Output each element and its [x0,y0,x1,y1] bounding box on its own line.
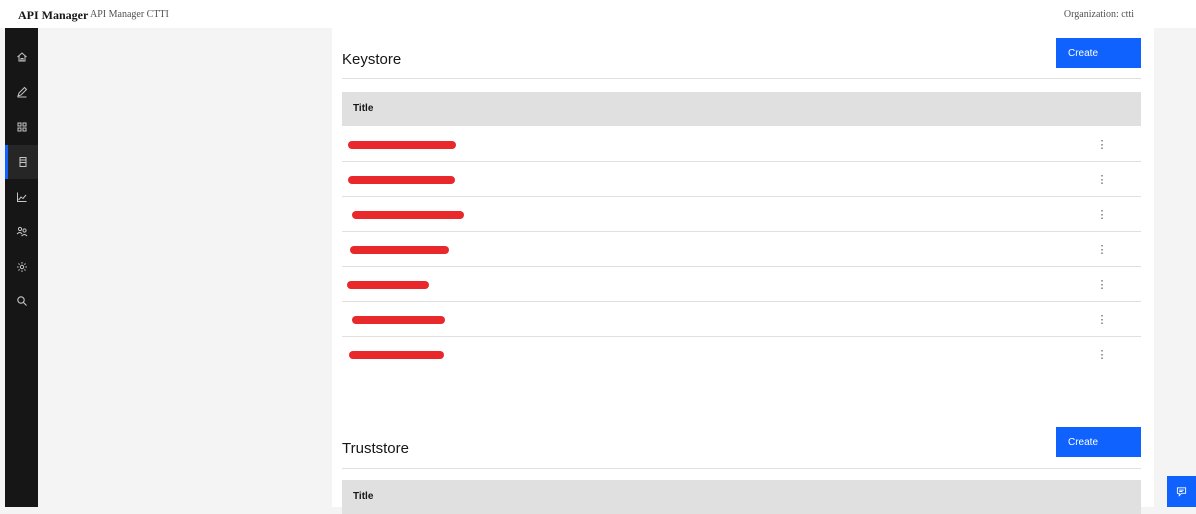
truststore-column-title: Title [353,491,374,502]
overflow-menu-icon[interactable]: ⋮ [1094,240,1110,260]
overflow-menu-icon[interactable]: ⋮ [1094,275,1110,295]
analytics-icon[interactable] [5,180,38,214]
main-content: Keystore Create Title ⋮ ⋮ ⋮ ⋮ ⋮ ⋮ ⋮ Trus… [332,28,1154,514]
instance-name: API Manager CTTI [90,9,169,20]
redacted-title [352,316,445,324]
home-icon[interactable] [5,40,38,74]
redacted-title [350,246,449,254]
members-icon[interactable] [5,214,38,248]
redacted-title [347,281,429,289]
overflow-menu-icon[interactable]: ⋮ [1094,310,1110,330]
right-gutter [1154,28,1196,507]
truststore-table-header: Title [342,480,1141,514]
overflow-menu-icon[interactable]: ⋮ [1094,135,1110,155]
chat-icon [1176,487,1187,497]
redacted-title [352,211,464,219]
feedback-button[interactable] [1167,476,1196,507]
table-row[interactable]: ⋮ [342,162,1141,197]
table-row[interactable]: ⋮ [342,337,1141,372]
keystore-create-button[interactable]: Create [1056,38,1141,68]
table-row[interactable]: ⋮ [342,232,1141,267]
truststore-title: Truststore [342,440,409,457]
apps-icon[interactable] [5,110,38,144]
search-icon[interactable] [5,284,38,318]
redacted-title [348,141,456,149]
redacted-title [348,176,455,184]
keystore-table-header: Title [342,92,1141,126]
table-row[interactable]: ⋮ [342,302,1141,337]
table-row[interactable]: ⋮ [342,197,1141,232]
overflow-menu-icon[interactable]: ⋮ [1094,205,1110,225]
overflow-menu-icon[interactable]: ⋮ [1094,170,1110,190]
secondary-pane [38,28,332,507]
keystore-column-title: Title [353,103,374,114]
edit-icon[interactable] [5,75,38,109]
table-row[interactable]: ⋮ [342,127,1141,162]
redacted-title [349,351,444,359]
settings-icon[interactable] [5,250,38,284]
app-title[interactable]: API Manager [18,8,88,23]
overflow-menu-icon[interactable]: ⋮ [1094,345,1110,365]
keystore-divider [342,78,1141,79]
top-bar: API Manager API Manager CTTI Organizatio… [0,0,1196,28]
table-row[interactable]: ⋮ [342,267,1141,302]
organization-selector[interactable]: Organization: ctti [1064,9,1134,20]
truststore-divider [342,468,1141,469]
resources-icon[interactable] [5,145,38,179]
truststore-create-button[interactable]: Create [1056,427,1141,457]
keystore-title: Keystore [342,51,402,68]
